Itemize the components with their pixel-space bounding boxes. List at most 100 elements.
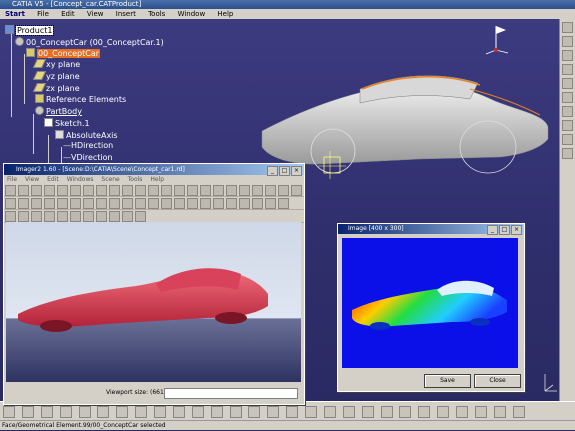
tool-icon[interactable] — [562, 22, 573, 33]
tree-node-xy-plane[interactable]: xy plane — [32, 59, 80, 70]
tool-icon[interactable] — [122, 211, 133, 222]
tool-icon[interactable] — [213, 198, 224, 209]
compass-icon[interactable] — [482, 20, 512, 56]
tool-icon[interactable] — [226, 185, 237, 196]
close-button[interactable]: × — [291, 166, 302, 176]
zoom-out-icon[interactable] — [361, 406, 374, 418]
comment-icon[interactable] — [210, 406, 223, 418]
tool-icon[interactable] — [31, 198, 42, 209]
imager-menu-scene[interactable]: Scene — [98, 176, 122, 183]
close-button[interactable]: × — [511, 225, 522, 235]
tree-node-vdirection[interactable]: —VDirection — [63, 153, 113, 163]
tool-icon[interactable] — [265, 185, 276, 196]
print-icon[interactable] — [59, 406, 72, 418]
tool-icon[interactable] — [109, 211, 120, 222]
menu-start[interactable]: Start — [0, 9, 30, 19]
maximize-button[interactable]: □ — [499, 225, 510, 235]
save-icon[interactable] — [40, 406, 53, 418]
copy-icon[interactable] — [97, 406, 110, 418]
tree-node-sketch[interactable]: Sketch.1 — [44, 118, 90, 129]
tool-icon[interactable] — [148, 198, 159, 209]
tool-icon[interactable] — [96, 185, 107, 196]
pan-icon[interactable] — [305, 406, 317, 418]
tool-icon[interactable] — [96, 211, 107, 222]
tool-icon[interactable] — [44, 198, 55, 209]
tool-icon[interactable] — [562, 120, 573, 131]
minimize-button[interactable]: _ — [267, 166, 278, 176]
maximize-button[interactable]: □ — [279, 166, 290, 176]
tool-icon[interactable] — [562, 78, 573, 89]
tool-icon[interactable] — [148, 185, 159, 196]
tool-icon[interactable] — [562, 64, 573, 75]
imager-title-bar[interactable]: Imager2 1.60 - [Scene:D:\CATIA\Scene\Con… — [4, 164, 304, 176]
cut-icon[interactable] — [78, 406, 91, 418]
tool-icon[interactable] — [187, 185, 198, 196]
imager-menu-tools[interactable]: Tools — [125, 176, 146, 183]
imager-render-view[interactable] — [6, 222, 301, 382]
tool-icon[interactable] — [44, 185, 55, 196]
tool-icon[interactable] — [57, 211, 68, 222]
tool-icon[interactable] — [278, 198, 289, 209]
tool-icon[interactable] — [200, 198, 211, 209]
tool-icon[interactable] — [5, 185, 16, 196]
tool-icon[interactable] — [122, 198, 133, 209]
menu-help[interactable]: Help — [212, 9, 238, 19]
tool-icon[interactable] — [278, 185, 289, 196]
tree-node-absolute-axis[interactable]: AbsoluteAxis — [55, 130, 118, 141]
tool-icon[interactable] — [226, 198, 237, 209]
tool-icon[interactable] — [135, 198, 146, 209]
rotate-icon[interactable] — [323, 406, 336, 418]
tool-icon[interactable] — [70, 185, 81, 196]
menu-edit[interactable]: Edit — [56, 9, 80, 19]
tool-icon[interactable] — [239, 185, 250, 196]
tool-icon[interactable] — [83, 211, 94, 222]
tool-icon[interactable] — [70, 198, 81, 209]
normal-view-icon[interactable] — [380, 406, 393, 418]
tool-icon[interactable] — [265, 198, 276, 209]
tool-icon[interactable] — [83, 198, 94, 209]
tool-icon[interactable] — [161, 198, 172, 209]
tool-icon[interactable] — [83, 185, 94, 196]
imager-menu-windows[interactable]: Windows — [64, 176, 97, 183]
imager-menu-edit[interactable]: Edit — [44, 176, 62, 183]
tool-icon[interactable] — [31, 185, 42, 196]
tool-icon[interactable] — [562, 92, 573, 103]
tool-icon[interactable] — [252, 198, 263, 209]
tree-node-yz-plane[interactable]: yz plane — [32, 71, 80, 82]
tool-icon[interactable] — [213, 185, 224, 196]
catalog-icon[interactable] — [248, 406, 261, 418]
tool-icon[interactable] — [31, 211, 42, 222]
redo-icon[interactable] — [154, 406, 166, 418]
zoom-in-icon[interactable] — [342, 406, 355, 418]
tool-icon[interactable] — [57, 185, 68, 196]
tool-icon[interactable] — [562, 36, 573, 47]
tool-icon[interactable] — [200, 185, 211, 196]
save-button[interactable]: Save — [424, 374, 471, 388]
undo-icon[interactable] — [135, 406, 148, 418]
table-icon[interactable] — [229, 406, 242, 418]
material-icon[interactable] — [493, 406, 506, 418]
tool-icon[interactable] — [18, 185, 29, 196]
open-icon[interactable] — [21, 406, 34, 418]
tool-icon[interactable] — [96, 198, 107, 209]
imager-menu-view[interactable]: View — [22, 176, 42, 183]
hide-show-icon[interactable] — [437, 406, 450, 418]
iso-view-icon[interactable] — [399, 406, 412, 418]
tree-node-partbody[interactable]: PartBody — [35, 106, 82, 117]
tool-icon[interactable] — [135, 211, 146, 222]
swap-space-icon[interactable] — [456, 406, 468, 418]
tool-icon[interactable] — [44, 211, 55, 222]
imager-menu-file[interactable]: File — [4, 176, 20, 183]
help-icon[interactable] — [172, 406, 185, 418]
tool-icon[interactable] — [239, 198, 250, 209]
menu-insert[interactable]: Insert — [111, 9, 141, 19]
tool-icon[interactable] — [252, 185, 263, 196]
tool-icon[interactable] — [109, 185, 120, 196]
close-dialog-button[interactable]: Close — [474, 374, 521, 388]
image-dialog-title-bar[interactable]: Image [400 x 300] _ □ × — [338, 224, 524, 235]
menu-tools[interactable]: Tools — [143, 9, 170, 19]
tool-icon[interactable] — [562, 148, 573, 159]
new-icon[interactable] — [3, 406, 15, 418]
fly-icon[interactable] — [267, 406, 280, 418]
tool-icon[interactable] — [18, 211, 29, 222]
